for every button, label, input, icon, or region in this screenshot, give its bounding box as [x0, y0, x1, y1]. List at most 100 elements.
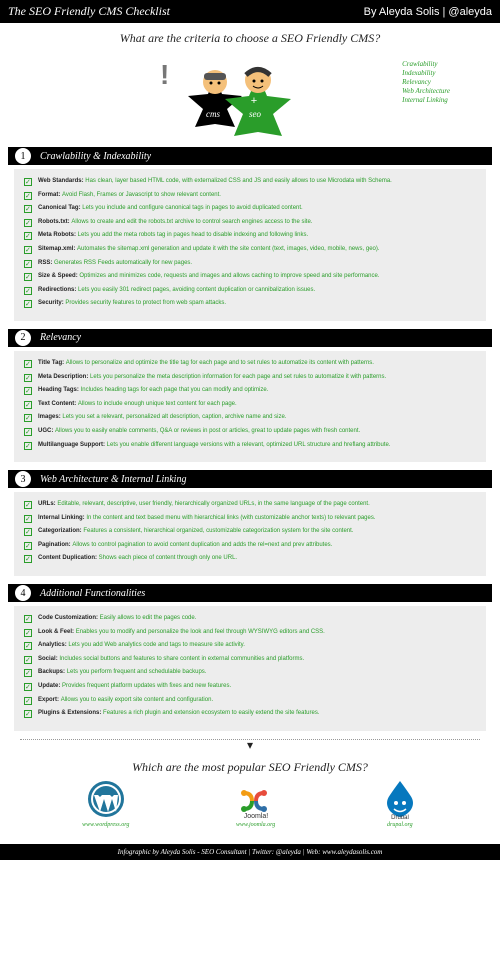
check-icon	[24, 697, 32, 705]
checklist-row: SocialIncludes social buttons and featur…	[24, 655, 476, 665]
arrow-down-icon: ▾	[0, 742, 500, 748]
checklist-row: Meta DescriptionLets you personalize the…	[24, 373, 476, 383]
check-icon	[24, 260, 32, 268]
item-label: Content Duplication	[38, 555, 99, 561]
item-label: Canonical Tag	[38, 205, 82, 211]
item-desc: Includes social buttons and features to …	[59, 656, 304, 662]
cms-joomla: Joomla! www.joomla.org	[234, 785, 278, 828]
item-label: Size & Speed	[38, 273, 79, 279]
check-icon	[24, 219, 32, 227]
item-label: Pagination	[38, 542, 72, 548]
wordpress-icon	[86, 779, 126, 819]
check-icon	[24, 387, 32, 395]
check-icon	[24, 428, 32, 436]
check-icon	[24, 710, 32, 718]
item-label: URLs	[38, 501, 57, 507]
check-icon	[24, 300, 32, 308]
check-icon	[24, 501, 32, 509]
item-label: Text Content	[38, 401, 78, 407]
item-desc: Includes heading tags for each page that…	[81, 387, 269, 393]
item-label: Title Tag	[38, 360, 66, 366]
item-desc: Enables you to modify and personalize th…	[76, 629, 325, 635]
item-desc: Lets you add Web analytics code and tags…	[68, 642, 245, 648]
item-desc: Easily allows to edit the pages code.	[100, 615, 197, 621]
section-head-2: 2 Relevancy	[8, 329, 492, 347]
check-icon	[24, 555, 32, 563]
section-title: Additional Functionalities	[40, 588, 145, 599]
checklist-row: Canonical TagLets you include and config…	[24, 204, 476, 214]
section-head-3: 3Web Architecture & Internal Linking	[8, 470, 492, 488]
check-icon	[24, 442, 32, 450]
checklist-row: UGCAllows you to easily enable comments,…	[24, 427, 476, 437]
checklist-row: RedirectionsLets you easily 301 redirect…	[24, 286, 476, 296]
checklist-row: URLsEditable, relevant, descriptive, use…	[24, 500, 476, 510]
section-number: 2	[14, 329, 32, 347]
checklist-row: CategorizationFeatures a consistent, hie…	[24, 527, 476, 537]
section-panel-2: Title TagAllows to personalize and optim…	[14, 351, 486, 462]
check-icon	[24, 669, 32, 677]
footer: Infographic by Aleyda Solis - SEO Consul…	[0, 844, 500, 860]
item-label: Look & Feel	[38, 629, 76, 635]
check-icon	[24, 683, 32, 691]
section-number: 4	[14, 584, 32, 602]
item-label: Heading Tags	[38, 387, 81, 393]
item-desc: Avoid Flash, Frames or Javascript to sho…	[62, 192, 221, 198]
checklist-row: Robots.txtAllows to create and edit the …	[24, 218, 476, 228]
section-title: Relevancy	[40, 332, 81, 343]
check-icon	[24, 515, 32, 523]
svg-text:seo: seo	[249, 109, 261, 119]
check-icon	[24, 246, 32, 254]
item-desc: Editable, relevant, descriptive, user fr…	[57, 501, 369, 507]
doc-title: The SEO Friendly CMS Checklist	[8, 4, 170, 19]
item-label: Images	[38, 414, 62, 420]
check-icon	[24, 232, 32, 240]
checklist-row: ExportAllows you to easily export site c…	[24, 696, 476, 706]
section-head-4: 4 Additional Functionalities	[8, 584, 492, 602]
section-panel-4: Code CustomizationEasily allows to edit …	[14, 606, 486, 731]
item-desc: Lets you easily 301 redirect pages, avoi…	[78, 287, 315, 293]
cms-wordpress: www.wordpress.org	[82, 779, 129, 828]
svg-text:Joomla!: Joomla!	[243, 813, 268, 819]
item-label: Sitemap.xml	[38, 246, 77, 252]
item-label: Format	[38, 192, 62, 198]
check-icon	[24, 401, 32, 409]
checklist-row: Content DuplicationShows each piece of c…	[24, 554, 476, 564]
checklist-row: ImagesLets you set a relevant, personali…	[24, 413, 476, 423]
svg-text:!: !	[160, 59, 169, 90]
check-icon	[24, 629, 32, 637]
item-label: Social	[38, 656, 59, 662]
item-label: Analytics	[38, 642, 68, 648]
checklist-row: Plugins & ExtensionsFeatures a rich plug…	[24, 709, 476, 719]
svg-text:Drupal: Drupal	[391, 815, 409, 819]
checklist-row: PaginationAllows to control pagination t…	[24, 541, 476, 551]
item-desc: In the content and text based menu with …	[86, 515, 375, 521]
checklist-row: FormatAvoid Flash, Frames or Javascript …	[24, 191, 476, 201]
item-desc: Generates RSS Feeds automatically for ne…	[54, 260, 192, 266]
checklist-row: Web StandardsHas clean, layer based HTML…	[24, 177, 476, 187]
section-title: Web Architecture & Internal Linking	[40, 474, 186, 485]
section-panel-3: URLsEditable, relevant, descriptive, use…	[14, 492, 486, 576]
popular-section: Which are the most popular SEO Friendly …	[0, 754, 500, 838]
check-icon	[24, 287, 32, 295]
check-icon	[24, 273, 32, 281]
drupal-icon: Drupal	[382, 779, 418, 819]
item-label: Meta Robots	[38, 232, 78, 238]
item-desc: Allows to create and edit the robots.txt…	[71, 219, 312, 225]
item-label: Code Customization	[38, 615, 100, 621]
cms-drupal: Drupal drupal.org	[382, 779, 418, 828]
item-desc: Lets you include and configure canonical…	[82, 205, 303, 211]
checklist-row: Code CustomizationEasily allows to edit …	[24, 614, 476, 624]
check-icon	[24, 205, 32, 213]
check-icon	[24, 656, 32, 664]
item-label: Redirections	[38, 287, 78, 293]
checklist-row: Sitemap.xmlAutomates the sitemap.xml gen…	[24, 245, 476, 255]
check-icon	[24, 374, 32, 382]
check-icon	[24, 642, 32, 650]
item-label: Meta Description	[38, 374, 90, 380]
section-number: 1	[14, 147, 32, 165]
item-desc: Lets you personalize the meta descriptio…	[90, 374, 386, 380]
item-desc: Lets you add the meta robots tag in page…	[78, 232, 309, 238]
item-desc: Allows you to easily export site content…	[61, 697, 213, 703]
check-icon	[24, 360, 32, 368]
section-title: Crawlability & Indexability	[40, 151, 151, 162]
